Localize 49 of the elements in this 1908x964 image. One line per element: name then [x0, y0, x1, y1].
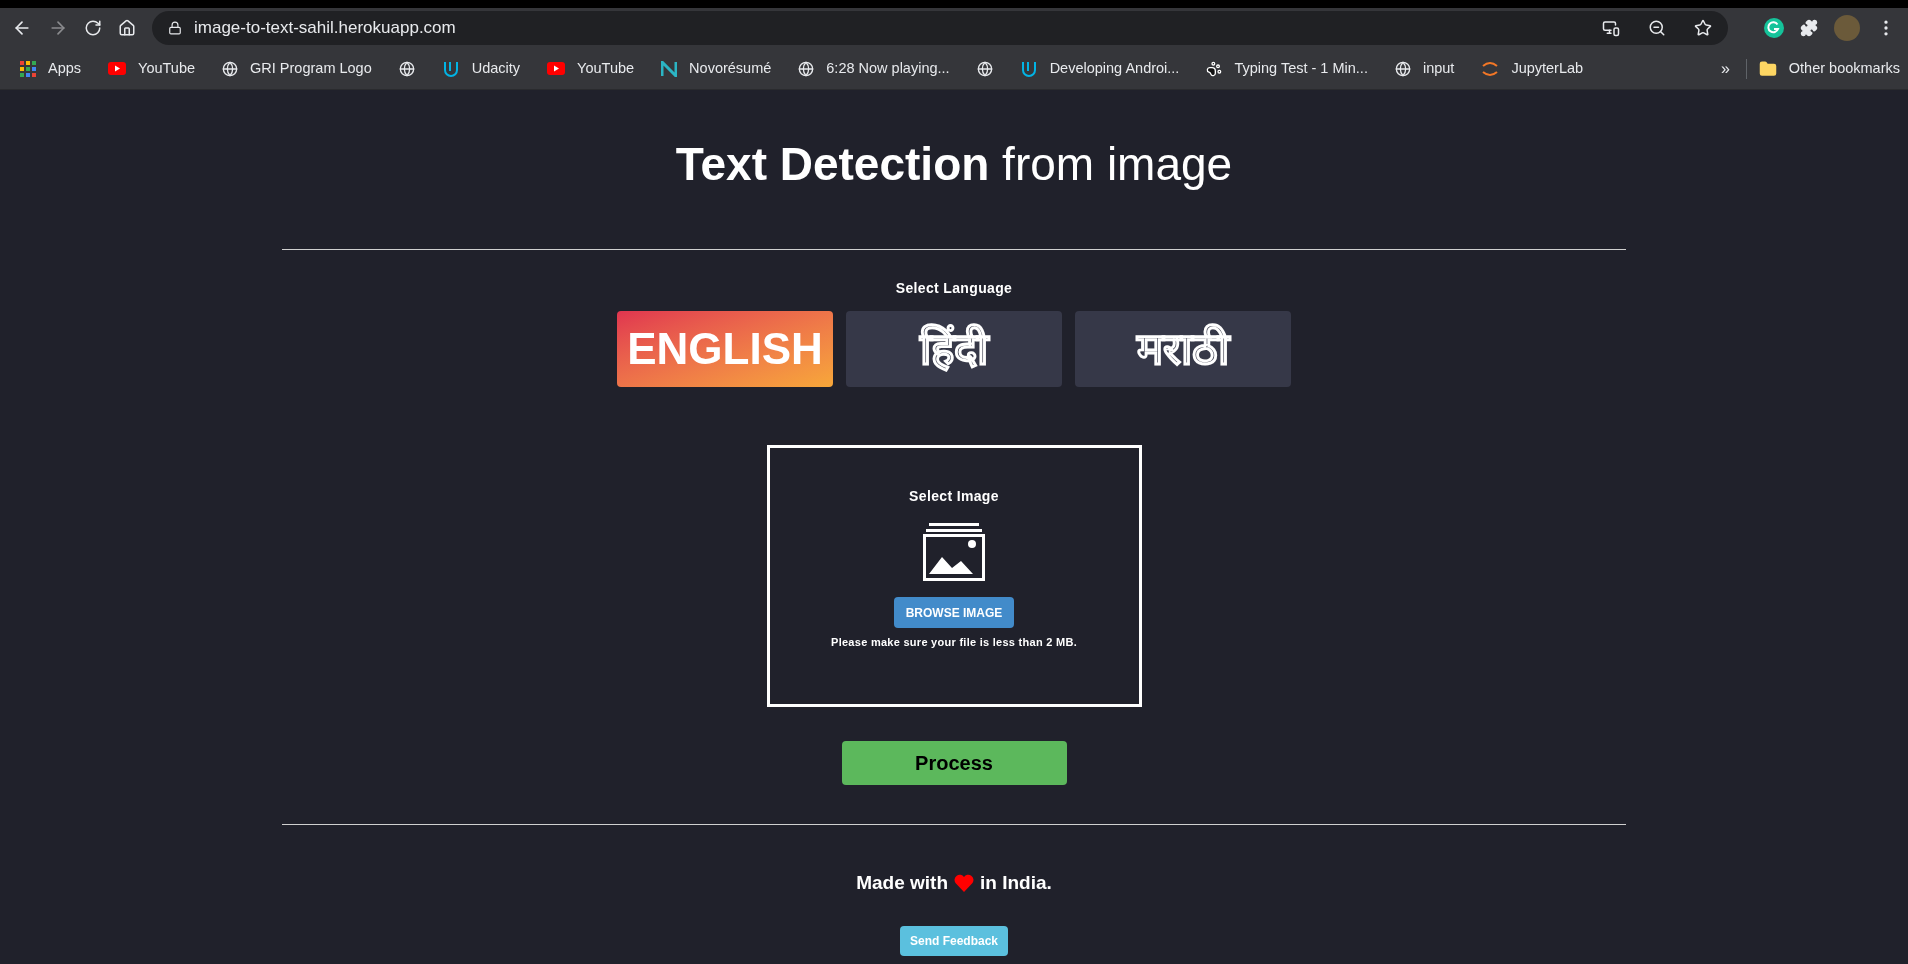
- image-icon: [923, 523, 985, 581]
- home-icon[interactable]: [118, 19, 136, 37]
- n-logo-icon: [661, 60, 678, 77]
- url-text: image-to-text-sahil.herokuapp.com: [194, 17, 457, 40]
- footer-text: in India.: [980, 871, 1052, 895]
- bookmark-link[interactable]: input: [1422, 57, 1455, 80]
- bookmark-link[interactable]: GRI Program Logo: [250, 57, 372, 80]
- g-logo-icon[interactable]: [1764, 18, 1784, 38]
- address-bar[interactable]: image-to-text-sahil.herokuapp.com: [152, 11, 1728, 45]
- page-title: Text Detection from image: [675, 137, 1233, 192]
- globe-icon: [222, 60, 239, 77]
- globe-icon: [398, 60, 415, 77]
- bookmark-link[interactable]: Novorésumé: [689, 57, 772, 80]
- browse-image-button[interactable]: BROWSE IMAGE: [893, 597, 1015, 628]
- bookmark-link[interactable]: JupyterLab: [1511, 57, 1584, 80]
- jupyter-logo-icon: [1481, 59, 1500, 78]
- file-size-note: Please make sure your file is less than 2 MB.: [831, 635, 1077, 650]
- extensions-icon[interactable]: [1800, 19, 1818, 37]
- u-logo-icon: [1019, 59, 1038, 78]
- bookmark-link[interactable]: 6:28 Now playing...: [826, 57, 950, 80]
- lock-icon: [168, 21, 182, 35]
- bookmark-link[interactable]: Other bookmarks: [1788, 57, 1900, 80]
- upload-title: Select Image: [909, 487, 999, 506]
- globe-icon: [1394, 60, 1411, 77]
- play-icon: [547, 62, 566, 75]
- heart-icon: [954, 874, 975, 893]
- star-icon[interactable]: [1694, 19, 1712, 37]
- process-button[interactable]: Process: [841, 741, 1067, 785]
- play-icon: [108, 62, 127, 75]
- zoom-out-icon[interactable]: [1648, 19, 1666, 37]
- globe-icon: [798, 60, 815, 77]
- cast-icon[interactable]: [1602, 19, 1620, 37]
- reload-icon[interactable]: [84, 19, 102, 37]
- paw-icon: [1206, 60, 1223, 77]
- bookmark-link[interactable]: Udacity: [471, 57, 521, 80]
- language-option[interactable]: हिंदी: [846, 311, 1062, 387]
- apps-grid-icon: [20, 60, 36, 77]
- bookmark-link[interactable]: Developing Androi...: [1049, 57, 1180, 80]
- bookmark-link[interactable]: YouTube: [577, 57, 635, 80]
- bookmark-link[interactable]: Typing Test - 1 Min...: [1234, 57, 1368, 80]
- footer-text: Made with: [856, 871, 949, 895]
- bookmark-link[interactable]: Apps: [48, 57, 82, 80]
- globe-icon: [976, 60, 993, 77]
- overflow-chevron[interactable]: »: [1720, 56, 1730, 81]
- folder-icon: [1758, 59, 1777, 78]
- bookmark-link[interactable]: YouTube: [138, 57, 196, 80]
- language-option[interactable]: मराठी: [1075, 311, 1291, 387]
- u-logo-icon: [441, 59, 460, 78]
- section-label: Select Language: [895, 279, 1013, 298]
